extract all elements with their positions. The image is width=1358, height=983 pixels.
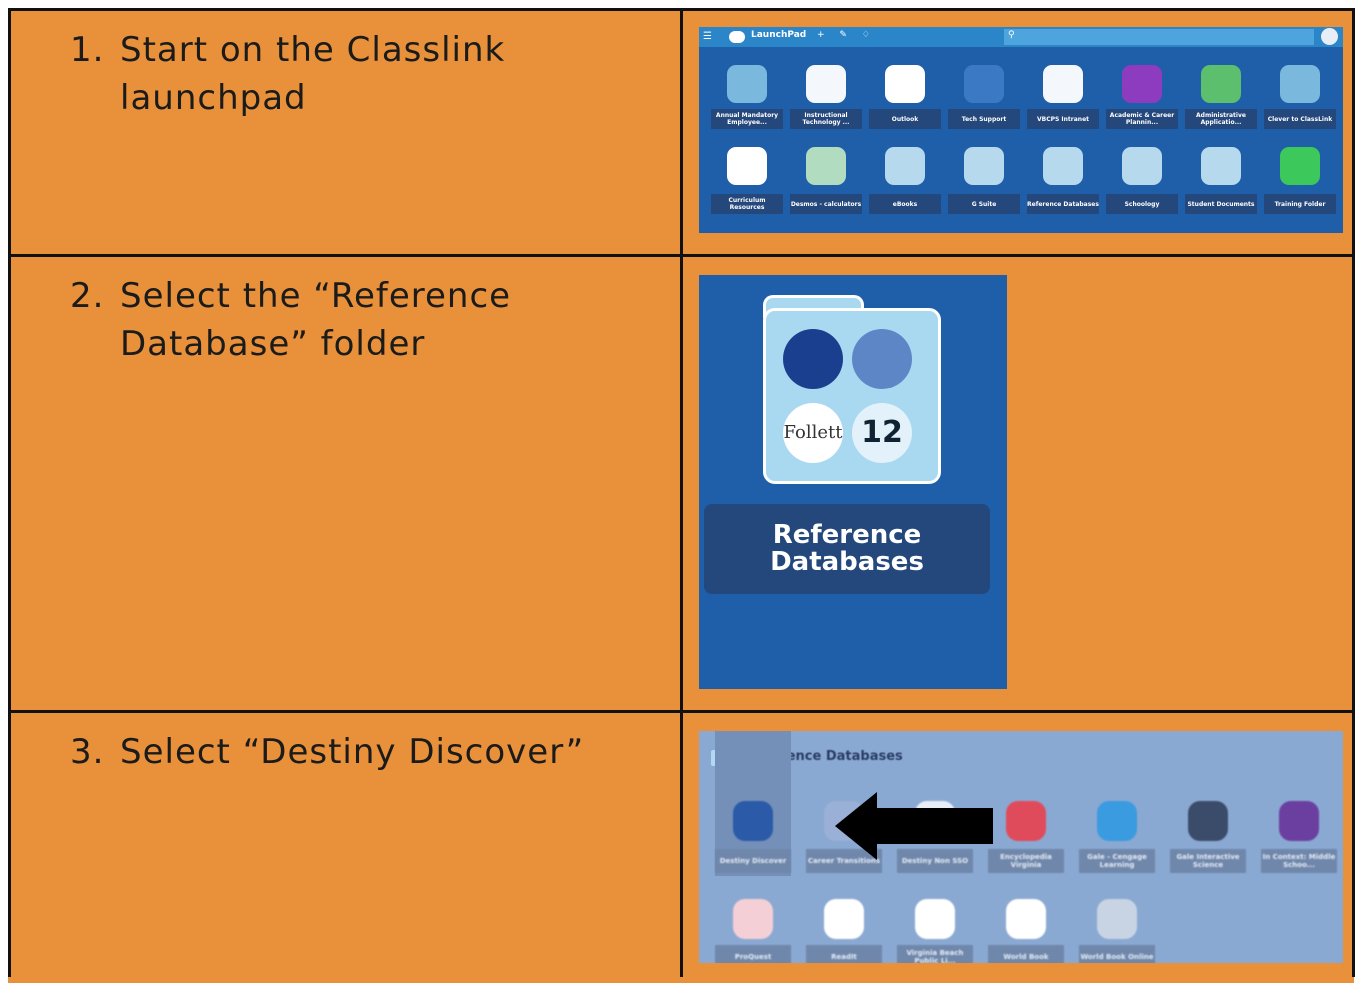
refdb-row2-1-label: ReadIt <box>806 945 882 963</box>
launchpad-row2-7-label: Training Folder <box>1264 194 1336 214</box>
reference-databases-screenshot: Reference Databases Destiny Discover Care… <box>699 731 1343 963</box>
launchpad-row2-0-app-icon <box>727 147 767 185</box>
refdb-row1-4-app-icon <box>1097 801 1137 841</box>
refdb-row2-0-app-icon <box>733 899 773 939</box>
step-3-number: 3. <box>70 732 105 772</box>
refdb-row1-6-app-icon <box>1279 801 1319 841</box>
launchpad-row1-7-label: Clever to ClassLink <box>1264 109 1336 129</box>
refdb-row1-3-app-icon <box>1006 801 1046 841</box>
refdb-row1-0-tile[interactable]: Destiny Discover <box>715 731 791 876</box>
launchpad-row2-4-label: Reference Databases <box>1027 194 1099 214</box>
launchpad-row1-4-label: VBCPS Intranet <box>1027 109 1099 129</box>
refdb-row2-2-label: Virginia Beach Public Li... <box>897 945 973 963</box>
launchpad-row1-5-app-icon <box>1122 65 1162 103</box>
refdb-row1-0-label: Destiny Discover <box>715 849 791 873</box>
launchpad-row1-5-label: Academic & Career Plannin... <box>1106 109 1178 129</box>
refdb-row2-2-app-icon <box>915 899 955 939</box>
step-2-text: Select the “Reference Database” folder <box>120 276 512 364</box>
column-divider <box>680 8 683 977</box>
refdb-row2-0-label: ProQuest <box>715 945 791 963</box>
refdb-row1-0-app-icon <box>733 801 773 841</box>
search-icon: ⚲ <box>1008 30 1015 40</box>
launchpad-row1-3-label: Tech Support <box>948 109 1020 129</box>
step-1-number: 1. <box>70 30 105 70</box>
toolbar-icons[interactable]: + ✎ ♢ <box>817 30 876 40</box>
table-border-right <box>1352 8 1355 977</box>
launchpad-row1-1-label: Instructional Technology ... <box>790 109 862 129</box>
reference-databases-label: Reference Databases <box>704 504 990 594</box>
launchpad-row2-6-app-icon <box>1201 147 1241 185</box>
refdb-row2-4-app-icon <box>1097 899 1137 939</box>
launchpad-row1-3-app-icon <box>964 65 1004 103</box>
launchpad-row2-3-label: G Suite <box>948 194 1020 214</box>
step-3-text: Select “Destiny Discover” <box>120 732 585 772</box>
refdb-row1-5-label: Gale Interactive Science <box>1170 849 1246 873</box>
launchpad-row2-6-label: Student Documents <box>1185 194 1257 214</box>
launchpad-screenshot: ☰ LaunchPad + ✎ ♢ ⚲ Annual Mandatory Emp… <box>699 27 1343 233</box>
refdb-row2-4-label: World Book Online <box>1079 945 1155 963</box>
launchpad-row1-7-app-icon <box>1280 65 1320 103</box>
folder-count-badge: 12 <box>852 403 912 463</box>
launchpad-row1-6-label: Administrative Applicatio... <box>1185 109 1257 129</box>
pointer-arrow-body <box>875 808 993 844</box>
launchpad-row1-1-app-icon <box>806 65 846 103</box>
avatar[interactable] <box>1321 28 1338 45</box>
launchpad-row1-0-app-icon <box>727 65 767 103</box>
step-1-text: Start on the Classlink launchpad <box>120 30 506 118</box>
launchpad-row2-2-label: eBooks <box>869 194 941 214</box>
pointer-arrow-icon <box>835 792 877 860</box>
launchpad-row2-7-app-icon <box>1280 147 1320 185</box>
launchpad-row2-5-label: Schoology <box>1106 194 1178 214</box>
launchpad-topbar: ☰ LaunchPad + ✎ ♢ ⚲ <box>699 27 1343 47</box>
follett-app-icon: Follett <box>783 403 843 463</box>
step-2-number: 2. <box>70 276 105 316</box>
destiny-discover-app-icon <box>783 329 843 389</box>
launchpad-row1-6-app-icon <box>1201 65 1241 103</box>
launchpad-row2-0-label: Curriculum Resources <box>711 194 783 214</box>
refdb-row2-1-app-icon <box>824 899 864 939</box>
launchpad-row1-2-label: Outlook <box>869 109 941 129</box>
refdb-row1-6-label: In Context: Middle Schoo... <box>1261 849 1337 873</box>
launchpad-row1-2-app-icon <box>885 65 925 103</box>
reference-databases-folder-icon[interactable]: Follett 12 <box>763 308 941 484</box>
launchpad-row2-2-app-icon <box>885 147 925 185</box>
launchpad-row1-0-label: Annual Mandatory Employee... <box>711 109 783 129</box>
refdb-row1-5-app-icon <box>1188 801 1228 841</box>
launchpad-row2-5-app-icon <box>1122 147 1162 185</box>
launchpad-row2-1-app-icon <box>806 147 846 185</box>
reference-folder-screenshot: Follett 12 Reference Databases <box>699 275 1007 689</box>
refdb-row1-3-label: Encyclopedia Virginia <box>988 849 1064 873</box>
classlink-logo-icon <box>729 31 745 43</box>
launchpad-brand: LaunchPad <box>751 30 807 40</box>
refdb-row1-2-label: Destiny Non SSO <box>897 849 973 873</box>
launchpad-row2-3-app-icon <box>964 147 1004 185</box>
search-input[interactable]: ⚲ <box>1004 29 1314 45</box>
launchpad-row2-1-label: Desmos - calculators <box>790 194 862 214</box>
refdb-row1-4-label: Gale - Cengage Learning <box>1079 849 1155 873</box>
refdb-row2-3-app-icon <box>1006 899 1046 939</box>
menu-icon[interactable]: ☰ <box>703 30 715 43</box>
launchpad-row1-4-app-icon <box>1043 65 1083 103</box>
refdb-row2-3-label: World Book <box>988 945 1064 963</box>
launchpad-row2-4-app-icon <box>1043 147 1083 185</box>
table-border-left <box>8 8 11 977</box>
career-transitions-app-icon <box>852 329 912 389</box>
